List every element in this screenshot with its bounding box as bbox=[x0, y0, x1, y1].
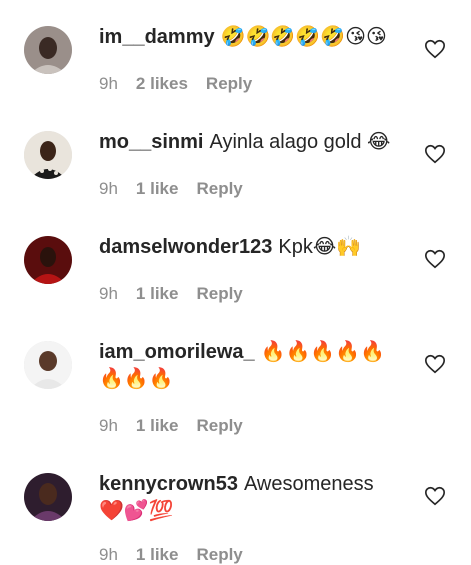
avatar[interactable] bbox=[24, 236, 72, 284]
comment-text: Kpk😂🙌 bbox=[278, 236, 362, 258]
reply-button[interactable]: Reply bbox=[196, 545, 242, 564]
comment-username[interactable]: damselwonder123 bbox=[99, 236, 272, 258]
comment-item: damselwonder123 Kpk😂🙌 9h 1 like Reply bbox=[0, 210, 471, 315]
avatar[interactable] bbox=[24, 341, 72, 389]
avatar[interactable] bbox=[24, 26, 72, 74]
comment-item: mo__sinmi Ayinla alago gold 😂 9h 1 like Rep… bbox=[0, 105, 471, 210]
comment-username[interactable]: iam_omorilewa_ bbox=[99, 341, 255, 363]
avatar[interactable] bbox=[24, 131, 72, 179]
heart-outline-icon[interactable] bbox=[424, 248, 446, 270]
reply-button[interactable]: Reply bbox=[196, 284, 242, 303]
avatar[interactable] bbox=[24, 473, 72, 521]
comment-likes[interactable]: 2 likes bbox=[136, 74, 188, 93]
comment-time: 9h bbox=[99, 179, 118, 198]
comment-likes[interactable]: 1 like bbox=[136, 284, 179, 303]
comment-username[interactable]: mo__sinmi bbox=[99, 131, 203, 153]
comment-item: kennycrown53 Awesomeness ❤️💕💯 9h 1 like Rep… bbox=[0, 447, 471, 564]
reply-button[interactable]: Reply bbox=[196, 416, 242, 435]
comment-item: im__dammy 🤣🤣🤣🤣🤣😘😘 9h 2 likes Reply bbox=[0, 0, 471, 105]
comment-time: 9h bbox=[99, 416, 118, 435]
comment-likes[interactable]: 1 like bbox=[136, 416, 179, 435]
comment-likes[interactable]: 1 like bbox=[136, 545, 179, 564]
comment-text: 🤣🤣🤣🤣🤣😘😘 bbox=[220, 26, 387, 48]
comment-item: iam_omorilewa_ 🔥🔥🔥🔥🔥🔥🔥🔥 9h 1 like Reply bbox=[0, 315, 471, 447]
heart-outline-icon[interactable] bbox=[424, 143, 446, 165]
comment-time: 9h bbox=[99, 74, 118, 93]
comment-text: Ayinla alago gold 😂 bbox=[209, 131, 391, 153]
comment-time: 9h bbox=[99, 545, 118, 564]
reply-button[interactable]: Reply bbox=[206, 74, 252, 93]
heart-outline-icon[interactable] bbox=[424, 353, 446, 375]
heart-outline-icon[interactable] bbox=[424, 485, 446, 507]
comment-username[interactable]: kennycrown53 bbox=[99, 473, 238, 495]
heart-outline-icon[interactable] bbox=[424, 38, 446, 60]
comment-username[interactable]: im__dammy bbox=[99, 26, 215, 48]
comment-likes[interactable]: 1 like bbox=[136, 179, 179, 198]
reply-button[interactable]: Reply bbox=[196, 179, 242, 198]
comment-time: 9h bbox=[99, 284, 118, 303]
